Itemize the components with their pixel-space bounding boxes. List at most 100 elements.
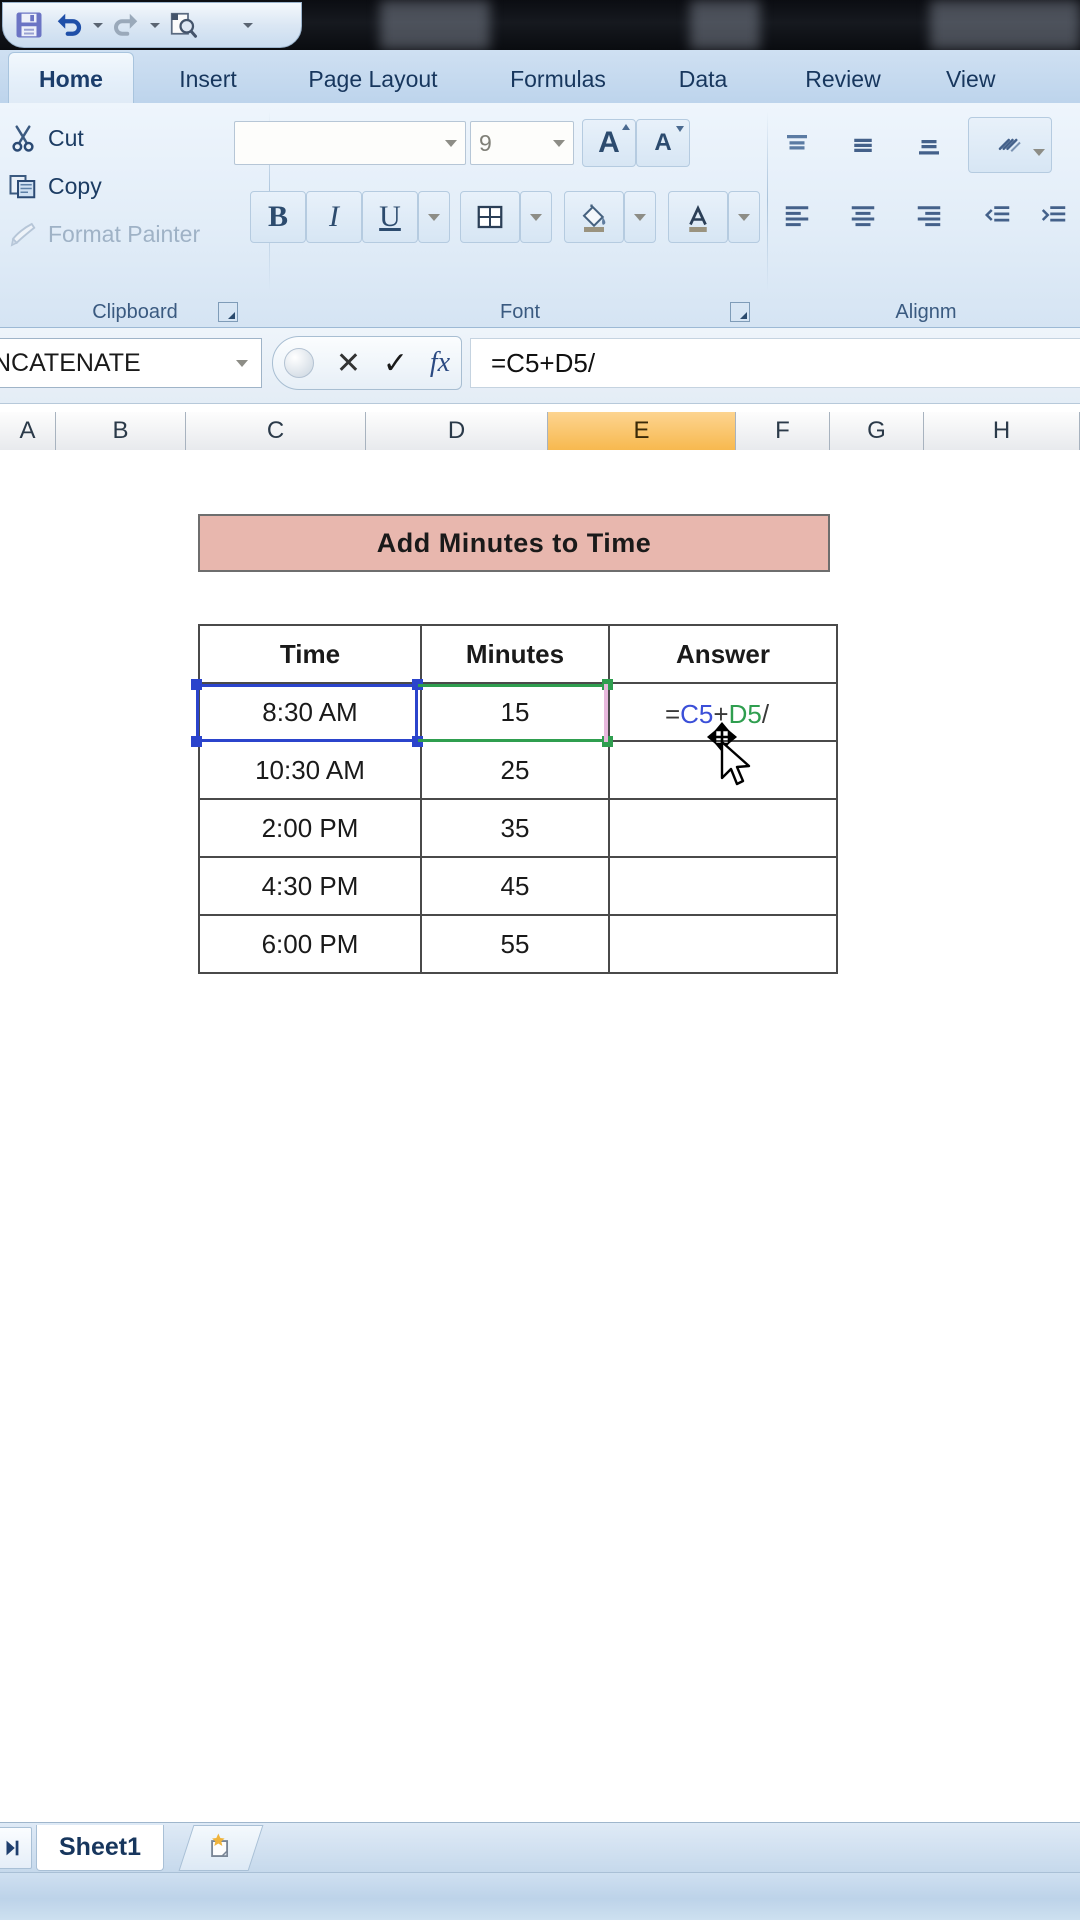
copy-button[interactable]: Copy <box>8 165 102 207</box>
column-header-g[interactable]: G <box>830 412 924 450</box>
format-painter-icon <box>8 219 38 249</box>
cell-editor-e5[interactable]: = C5 + D5 / <box>604 686 830 742</box>
ribbon-group-clipboard: Cut Copy Format Painter Clipboard <box>0 103 270 328</box>
column-header-d[interactable]: D <box>366 412 548 450</box>
table-row[interactable]: 6:00 PM 55 <box>198 914 838 974</box>
align-center-button[interactable] <box>830 189 896 241</box>
worksheet-title-banner[interactable]: Add Minutes to Time <box>198 514 830 572</box>
column-header-c[interactable]: C <box>186 412 366 450</box>
tab-review[interactable]: Review <box>768 54 918 104</box>
tab-page-layout[interactable]: Page Layout <box>278 54 468 104</box>
font-dialog-launcher[interactable] <box>730 302 750 322</box>
cell-answer-4[interactable] <box>608 856 838 916</box>
sheet-tab-sheet1[interactable]: Sheet1 <box>36 1825 164 1871</box>
print-preview-icon[interactable] <box>165 7 201 43</box>
column-header-e[interactable]: E <box>548 412 736 450</box>
formula-token-ref-c5: C5 <box>680 698 714 729</box>
table-row[interactable]: 4:30 PM 45 <box>198 856 838 916</box>
align-right-button[interactable] <box>896 189 962 241</box>
shrink-font-button[interactable]: A <box>636 119 690 167</box>
column-header-h[interactable]: H <box>924 412 1080 450</box>
chevron-down-icon <box>530 213 542 221</box>
name-box[interactable]: NCATENATE <box>0 338 262 388</box>
font-size-dropdown-icon[interactable] <box>553 139 565 147</box>
cell-time-3[interactable]: 2:00 PM <box>198 798 422 858</box>
alignment-group-label: Alignm <box>895 301 957 323</box>
cut-button[interactable]: Cut <box>8 117 84 159</box>
cell-answer-5[interactable] <box>608 914 838 974</box>
undo-dropdown-icon[interactable] <box>91 7 104 43</box>
cell-minutes-4[interactable]: 45 <box>420 856 610 916</box>
title-bar <box>0 0 1080 50</box>
cancel-button[interactable]: ✕ <box>336 346 361 381</box>
cell-time-4[interactable]: 4:30 PM <box>198 856 422 916</box>
undo-icon[interactable] <box>51 7 87 43</box>
ribbon-tab-strip: Home Insert Page Layout Formulas Data Re… <box>0 50 1080 106</box>
tab-view[interactable]: View <box>928 54 1078 104</box>
clipboard-dialog-launcher[interactable] <box>218 302 238 322</box>
font-size-input[interactable]: 9 <box>470 121 574 165</box>
cell-answer-3[interactable] <box>608 798 838 858</box>
table-row[interactable]: 10:30 AM 25 <box>198 740 838 800</box>
format-painter-button[interactable]: Format Painter <box>8 213 200 255</box>
insert-function-button[interactable]: fx <box>430 347 450 379</box>
column-header-f[interactable]: F <box>736 412 830 450</box>
fill-color-button[interactable] <box>564 191 624 243</box>
insert-worksheet-icon <box>204 1831 238 1866</box>
sheet-tab-bar: Sheet1 <box>0 1822 1080 1872</box>
column-header-a[interactable]: A <box>0 412 56 450</box>
align-bottom-button[interactable] <box>896 119 962 171</box>
insert-worksheet-button[interactable] <box>178 1825 264 1871</box>
align-top-button[interactable] <box>764 119 830 171</box>
underline-dropdown-button[interactable] <box>418 191 450 243</box>
cell-minutes-3[interactable]: 35 <box>420 798 610 858</box>
redo-dropdown-icon[interactable] <box>148 7 161 43</box>
decrease-indent-button[interactable] <box>968 189 1028 241</box>
font-name-input[interactable] <box>234 121 466 165</box>
cell-time-1[interactable]: 8:30 AM <box>198 682 422 742</box>
tab-home[interactable]: Home <box>8 52 134 106</box>
grow-font-caret-icon <box>622 124 630 130</box>
cell-minutes-2[interactable]: 25 <box>420 740 610 800</box>
font-name-dropdown-icon[interactable] <box>445 139 457 147</box>
tab-data[interactable]: Data <box>648 54 758 104</box>
customize-qat-icon[interactable] <box>241 7 254 43</box>
cell-answer-2[interactable] <box>608 740 838 800</box>
cell-minutes-1[interactable]: 15 <box>420 682 610 742</box>
cell-time-2[interactable]: 10:30 AM <box>198 740 422 800</box>
underline-button[interactable]: U <box>362 191 418 243</box>
redo-icon[interactable] <box>108 7 144 43</box>
align-left-button[interactable] <box>764 189 830 241</box>
cell-time-5[interactable]: 6:00 PM <box>198 914 422 974</box>
table-header-minutes: Minutes <box>420 624 610 684</box>
table-header-time: Time <box>198 624 422 684</box>
bold-button[interactable]: B <box>250 191 306 243</box>
borders-button[interactable] <box>460 191 520 243</box>
borders-dropdown-button[interactable] <box>520 191 552 243</box>
worksheet-title-text: Add Minutes to Time <box>376 527 652 558</box>
align-middle-button[interactable] <box>830 119 896 171</box>
cell-minutes-5[interactable]: 55 <box>420 914 610 974</box>
tab-formulas[interactable]: Formulas <box>478 54 638 104</box>
table-header-answer: Answer <box>608 624 838 684</box>
name-box-dropdown-icon[interactable] <box>223 359 261 367</box>
fill-color-dropdown-button[interactable] <box>624 191 656 243</box>
quick-access-toolbar <box>2 2 302 48</box>
font-color-dropdown-button[interactable] <box>728 191 760 243</box>
table-row[interactable]: 2:00 PM 35 <box>198 798 838 858</box>
tab-insert[interactable]: Insert <box>148 54 268 104</box>
column-header-b[interactable]: B <box>56 412 186 450</box>
orientation-button[interactable] <box>968 117 1052 173</box>
ribbon-group-font: 9 A A B I U Font <box>234 103 768 328</box>
copy-label: Copy <box>48 172 102 199</box>
font-color-button[interactable] <box>668 191 728 243</box>
cut-label: Cut <box>48 124 84 151</box>
increase-indent-button[interactable] <box>1024 189 1080 241</box>
grow-font-button[interactable]: A <box>582 119 636 167</box>
save-icon[interactable] <box>11 7 47 43</box>
italic-button[interactable]: I <box>306 191 362 243</box>
formula-input[interactable]: =C5+D5/ <box>470 338 1080 388</box>
last-sheet-nav-button[interactable] <box>0 1827 32 1869</box>
enter-button[interactable]: ✓ <box>383 346 408 381</box>
formula-token-slash: / <box>761 698 770 729</box>
